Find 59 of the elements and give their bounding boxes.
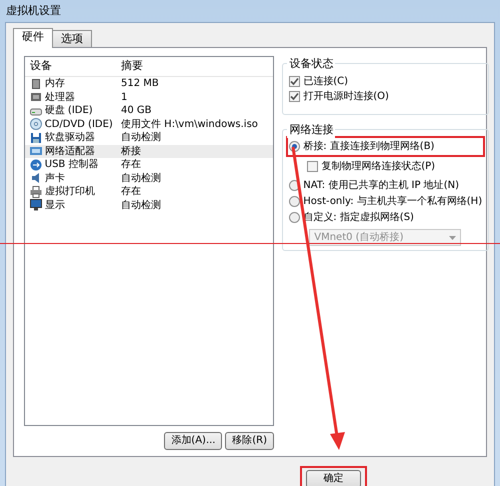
- table-cell-text: USB 控制器: [44, 158, 98, 172]
- processor-icon: [30, 91, 42, 104]
- device-row[interactable]: 硬盘 (IDE) 40 GB: [25, 104, 273, 118]
- device-row[interactable]: 显示 自动检测: [25, 198, 273, 212]
- ok-button[interactable]: 确定: [306, 470, 361, 486]
- device-row[interactable]: CD/DVD (IDE) 使用文件 H:\vm\windows.iso: [25, 118, 273, 131]
- option-label: 打开电源时连接(O): [303, 90, 389, 104]
- table-cell-text: 软盘驱动器: [44, 131, 95, 146]
- option-label: NAT: 使用已共享的主机 IP 地址(N): [303, 178, 459, 193]
- option-label: 复制物理网络连接状态(P): [321, 160, 436, 174]
- device-row[interactable]: 内存 512 MB: [25, 77, 273, 90]
- device-row[interactable]: 网络适配器 桥接: [25, 144, 273, 158]
- checkbox[interactable]: [289, 90, 300, 102]
- table-cell-text: 自动检测: [121, 130, 161, 146]
- table-cell-text: 内存: [44, 76, 65, 92]
- table-cell-text: 512 MB: [121, 77, 159, 92]
- table-cell-text: 存在: [121, 185, 141, 200]
- table-cell-text: 使用文件 H:\vm\windows.iso: [121, 118, 258, 132]
- list-button[interactable]: 移除(R): [225, 432, 274, 450]
- disc-icon: [30, 118, 42, 130]
- table-cell-text: 40 GB: [121, 104, 152, 118]
- radio-button[interactable]: [289, 196, 300, 207]
- list-button[interactable]: 添加(A)...: [164, 432, 222, 450]
- device-row[interactable]: 软盘驱动器 自动检测: [25, 131, 273, 144]
- table-cell-text: 处理器: [44, 90, 75, 105]
- device-row[interactable]: USB 控制器 存在: [25, 158, 273, 172]
- column-header: 设备: [29, 58, 53, 74]
- device-row[interactable]: 声卡 自动检测: [25, 172, 273, 185]
- table-cell-text: 自动检测: [121, 172, 161, 186]
- checkbox[interactable]: [307, 161, 318, 172]
- table-cell-text: CD/DVD (IDE): [44, 118, 113, 132]
- table-cell-text: 存在: [121, 158, 141, 172]
- option-label: 桥接: 直接连接到物理网络(B): [303, 140, 434, 154]
- table-cell-text: 1: [121, 90, 128, 105]
- table-cell-text: 声卡: [44, 172, 65, 186]
- device-row[interactable]: 虚拟打印机 存在: [25, 185, 273, 198]
- table-cell-text: 自动检测: [121, 198, 161, 213]
- tab[interactable]: 选项: [52, 30, 92, 47]
- window-title: 虚拟机设置: [5, 3, 62, 19]
- caret-icon: [449, 236, 456, 240]
- group-title: 网络连接: [287, 122, 336, 138]
- table-cell-text: 显示: [44, 198, 65, 213]
- monitor-icon: [30, 199, 42, 212]
- usb-icon: [30, 158, 42, 171]
- checkbox[interactable]: [289, 76, 300, 86]
- tab[interactable]: 硬件: [13, 28, 53, 48]
- column-header: 摘要: [121, 58, 143, 74]
- memory-chip-icon: [30, 78, 42, 90]
- network-adapter-icon: [30, 145, 42, 158]
- table-cell-text: 硬盘 (IDE): [44, 104, 93, 118]
- printer-icon: [30, 186, 42, 198]
- radio-button[interactable]: [289, 212, 300, 223]
- table-cell-text: 网络适配器: [44, 144, 95, 158]
- option-label: 已连接(C): [303, 74, 348, 88]
- device-row[interactable]: 处理器 1: [25, 90, 273, 104]
- table-cell-text: 虚拟打印机: [44, 184, 95, 200]
- option-label: Host-only: 与主机共享一个私有网络(H): [303, 194, 482, 209]
- speaker-icon: [30, 172, 42, 184]
- table-cell-text: 桥接: [121, 144, 141, 159]
